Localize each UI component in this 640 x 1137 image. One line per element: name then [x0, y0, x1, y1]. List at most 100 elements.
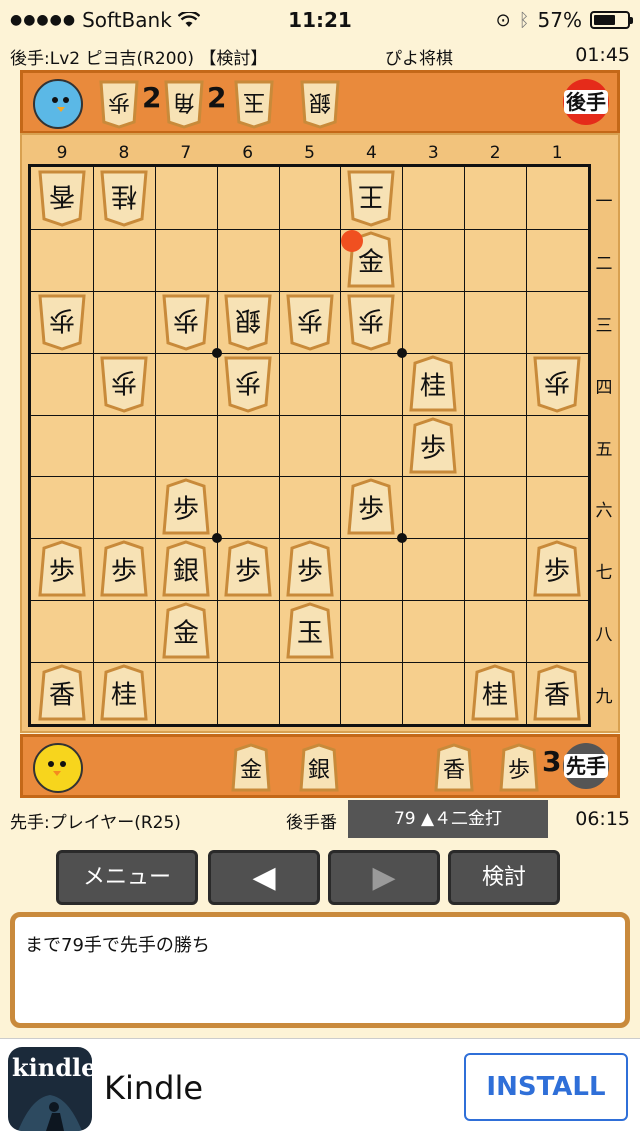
prev-move-button[interactable]: ◀ — [208, 850, 320, 905]
row-number: 四 — [595, 377, 613, 398]
sente-piece[interactable]: 歩 — [346, 478, 396, 536]
sente-piece[interactable]: 歩 — [37, 540, 87, 598]
turn-label: 後手番 — [286, 813, 337, 833]
sente-piece[interactable]: 香 — [37, 664, 87, 722]
battery-icon — [590, 11, 633, 29]
menu-button[interactable]: メニュー — [56, 850, 198, 905]
gote-hand-piece[interactable]: 銀 — [299, 79, 341, 129]
star-point — [211, 347, 222, 358]
sente-piece[interactable]: 歩 — [223, 540, 273, 598]
ad-banner[interactable]: kindle Kindle INSTALL — [0, 1038, 640, 1137]
next-move-button[interactable]: ▶ — [328, 850, 440, 905]
sente-piece[interactable]: 香 — [532, 664, 582, 722]
grid-line — [464, 167, 466, 724]
piece-kanji: 角 — [173, 89, 195, 114]
piece-kanji: 桂 — [111, 180, 137, 210]
gote-hand-piece[interactable]: 玉 — [233, 79, 275, 129]
sente-piece[interactable]: 銀 — [161, 540, 211, 598]
app-title: ぴよ将棋 — [385, 49, 453, 69]
install-button[interactable]: INSTALL — [464, 1053, 628, 1121]
piece-kanji: 玉 — [243, 89, 265, 114]
row-number: 一 — [595, 191, 613, 212]
gote-hand-count: 2 — [142, 81, 162, 114]
gote-piece[interactable]: 歩 — [99, 355, 149, 413]
gote-piece[interactable]: 銀 — [223, 293, 273, 351]
piece-kanji: 銀 — [173, 557, 199, 587]
gote-piece[interactable]: 王 — [346, 169, 396, 227]
piece-kanji: 歩 — [296, 304, 322, 334]
shogi-board[interactable]: 香桂王金歩歩銀歩歩歩歩桂歩歩歩歩歩歩銀歩歩歩金玉香桂桂香 — [28, 164, 591, 727]
gote-piece[interactable]: 歩 — [532, 355, 582, 413]
sente-piece[interactable]: 歩 — [532, 540, 582, 598]
piece-kanji: 歩 — [420, 433, 446, 463]
grid-line — [402, 167, 404, 724]
piece-kanji: 桂 — [111, 680, 137, 710]
column-number: 7 — [180, 143, 192, 163]
column-number: 8 — [118, 143, 130, 163]
gote-piece[interactable]: 香 — [37, 169, 87, 227]
piece-kanji: 歩 — [296, 557, 322, 587]
piece-kanji: 香 — [443, 758, 465, 783]
gote-hand-piece[interactable]: 歩 — [98, 79, 140, 129]
row-number: 三 — [595, 315, 613, 336]
piece-kanji: 香 — [49, 180, 75, 210]
rotation-lock-icon: ⊙ — [495, 9, 511, 31]
sente-hand-piece[interactable]: 銀 — [298, 743, 340, 793]
message-text: まで79手で先手の勝ち — [25, 935, 210, 956]
gote-hand-piece[interactable]: 角 — [163, 79, 205, 129]
sente-piece[interactable]: 玉 — [285, 602, 335, 660]
sente-piece[interactable]: 金 — [161, 602, 211, 660]
gote-piece[interactable]: 歩 — [223, 355, 273, 413]
sente-player-label: 先手:プレイヤー(R25) — [10, 813, 181, 833]
piece-kanji: 香 — [49, 680, 75, 710]
grid-line — [31, 228, 588, 230]
gote-avatar — [33, 79, 83, 129]
piece-kanji: 歩 — [49, 557, 75, 587]
sente-piece[interactable]: 歩 — [161, 478, 211, 536]
kindle-app-icon[interactable]: kindle — [8, 1047, 92, 1131]
column-number: 2 — [489, 143, 501, 163]
review-button[interactable]: 検討 — [448, 850, 560, 905]
gote-piece[interactable]: 歩 — [37, 293, 87, 351]
column-number: 6 — [242, 143, 254, 163]
piece-kanji: 金 — [240, 758, 262, 783]
piece-kanji: 桂 — [482, 680, 508, 710]
piece-kanji: 銀 — [235, 304, 261, 334]
battery-percent: 57% — [537, 8, 582, 32]
piece-kanji: 歩 — [358, 495, 384, 525]
gote-hand-area: 歩2角2玉銀 後手 — [20, 70, 620, 134]
piece-kanji: 歩 — [111, 366, 137, 396]
sente-piece[interactable]: 桂 — [99, 664, 149, 722]
star-point — [397, 347, 408, 358]
gote-piece[interactable]: 桂 — [99, 169, 149, 227]
sente-hand-piece[interactable]: 金 — [230, 743, 272, 793]
grid-line — [154, 167, 156, 724]
piece-kanji: 香 — [544, 680, 570, 710]
sente-hand-piece[interactable]: 歩 — [498, 743, 540, 793]
piece-kanji: 歩 — [358, 304, 384, 334]
piece-kanji: 歩 — [173, 495, 199, 525]
grid-line — [526, 167, 528, 724]
star-point — [211, 533, 222, 544]
sente-piece[interactable]: 歩 — [99, 540, 149, 598]
grid-line — [340, 167, 342, 724]
sente-hand-piece[interactable]: 香 — [433, 743, 475, 793]
piece-kanji: 桂 — [420, 371, 446, 401]
piece-kanji: 歩 — [544, 366, 570, 396]
row-number: 九 — [595, 687, 613, 708]
grid-line — [31, 476, 588, 478]
gote-piece[interactable]: 歩 — [285, 293, 335, 351]
gote-piece[interactable]: 歩 — [346, 293, 396, 351]
gote-piece[interactable]: 歩 — [161, 293, 211, 351]
sente-piece[interactable]: 桂 — [470, 664, 520, 722]
grid-line — [31, 662, 588, 664]
sente-clock: 06:15 — [575, 808, 630, 830]
piece-kanji: 歩 — [111, 557, 137, 587]
ad-title: Kindle — [104, 1069, 204, 1107]
sente-piece[interactable]: 歩 — [408, 416, 458, 475]
piece-kanji: 銀 — [308, 758, 330, 783]
grid-line — [92, 167, 94, 724]
piece-kanji: 歩 — [544, 557, 570, 587]
sente-piece[interactable]: 桂 — [408, 355, 458, 413]
sente-piece[interactable]: 歩 — [285, 540, 335, 598]
